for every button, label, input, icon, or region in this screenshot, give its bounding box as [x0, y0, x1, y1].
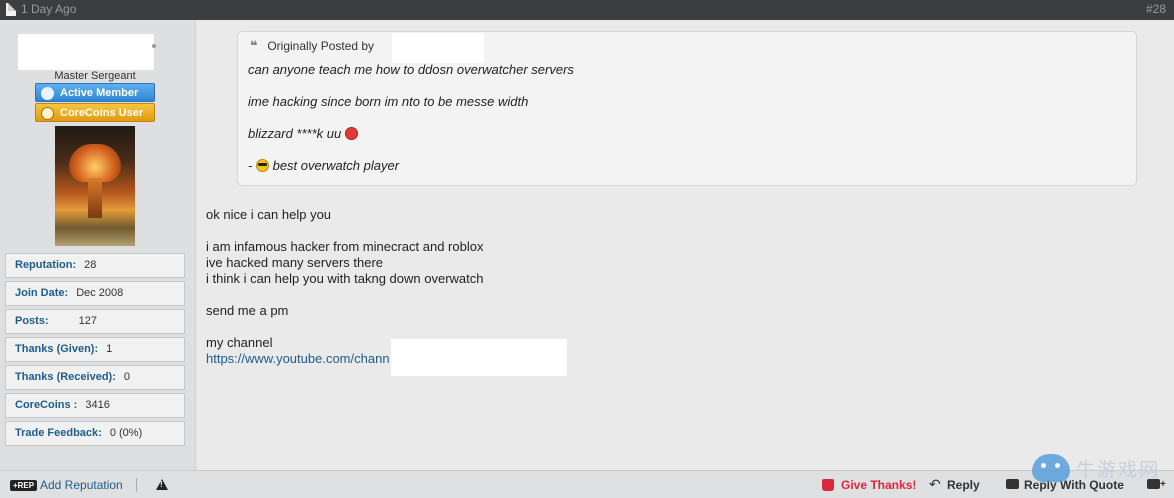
user-stats: Reputation: 28 Join Date: Dec 2008 Posts: 1… — [5, 253, 185, 449]
quote-signature-line: - best overwatch player — [248, 158, 399, 173]
watermark-text: 牛游戏网 — [1076, 459, 1161, 481]
angry-emoji-icon — [344, 127, 358, 140]
stat-join-date: Join Date: Dec 2008 — [5, 281, 185, 306]
reply-arrow-icon[interactable]: ↶ — [929, 476, 941, 493]
post-line: my channel — [206, 335, 273, 350]
badge-label: Active Member — [60, 87, 139, 99]
stat-reputation: Reputation: 28 — [5, 253, 185, 278]
thumbs-up-icon[interactable] — [822, 479, 834, 491]
coin-icon — [41, 107, 54, 120]
quote-block: ❝ Originally Posted by can anyone teach … — [237, 31, 1137, 186]
stat-trade-feedback: Trade Feedback: 0 (0%) — [5, 421, 185, 446]
avatar[interactable] — [55, 126, 135, 246]
stat-posts: Posts: 127 — [5, 309, 185, 334]
quote-icon: ❝ — [250, 38, 258, 53]
quote-line-text: blizzard ****k uu — [248, 126, 342, 141]
quote-line: can anyone teach me how to ddosn overwat… — [248, 62, 574, 77]
link-redacted — [391, 339, 567, 376]
document-icon — [6, 3, 16, 16]
user-info-panel: Master Sergeant Active Member CoreCoins … — [0, 20, 196, 470]
badge-label: CoreCoins User — [60, 107, 144, 119]
post-action-bar: +REP Add Reputation Give Thanks! ↶ Reply… — [0, 470, 1174, 498]
badge-active-member: Active Member — [35, 83, 155, 102]
quote-line-text: best overwatch player — [272, 158, 400, 173]
quoted-username-redacted[interactable] — [392, 33, 484, 63]
give-thanks-button[interactable]: Give Thanks! — [841, 478, 916, 492]
avatar-image-stem — [88, 178, 102, 218]
username-redacted[interactable] — [18, 34, 154, 70]
online-status-icon — [152, 44, 156, 48]
stat-corecoins: CoreCoins :3416 — [5, 393, 185, 418]
stat-thanks-given: Thanks (Given): 1 — [5, 337, 185, 362]
quote-bubble-icon[interactable] — [1006, 479, 1019, 489]
post-number-link[interactable]: #28 — [1146, 2, 1166, 16]
add-reputation-link[interactable]: Add Reputation — [40, 478, 123, 492]
post-line: send me a pm — [206, 303, 289, 318]
quote-line-3: blizzard ****k uu — [248, 126, 358, 141]
post-line: i am infamous hacker from minecract and … — [206, 239, 484, 254]
user-rank: Master Sergeant — [54, 70, 136, 82]
signature-prefix: - — [248, 158, 253, 173]
shark-logo-icon — [1032, 454, 1070, 482]
post-line: ive hacked many servers there — [206, 255, 384, 270]
cool-emoji-icon — [255, 159, 269, 172]
badge-corecoins-user: CoreCoins User — [35, 103, 155, 122]
post-content: ❝ Originally Posted by can anyone teach … — [197, 20, 1174, 470]
watermark: 牛游戏网 — [1032, 452, 1174, 492]
quote-header: ❝ Originally Posted by — [250, 33, 484, 63]
post-line: i think i can help you with takng down o… — [206, 271, 484, 286]
youtube-channel-link[interactable]: https://www.youtube.com/chann — [206, 351, 390, 366]
post-header-bar: 1 Day Ago #28 — [0, 0, 1174, 20]
avatar-image-cloud — [69, 144, 121, 182]
quote-header-label: Originally Posted by — [267, 39, 375, 53]
quote-line: ime hacking since born im nto to be mess… — [248, 94, 529, 109]
divider — [136, 478, 137, 492]
report-warning-icon[interactable] — [156, 479, 168, 490]
post-line: ok nice i can help you — [206, 207, 332, 222]
lightbulb-icon — [41, 87, 54, 100]
stat-thanks-received: Thanks (Received): 0 — [5, 365, 185, 390]
reply-button[interactable]: Reply — [947, 478, 980, 492]
rep-icon[interactable]: +REP — [10, 480, 37, 491]
post-date: 1 Day Ago — [21, 2, 77, 16]
